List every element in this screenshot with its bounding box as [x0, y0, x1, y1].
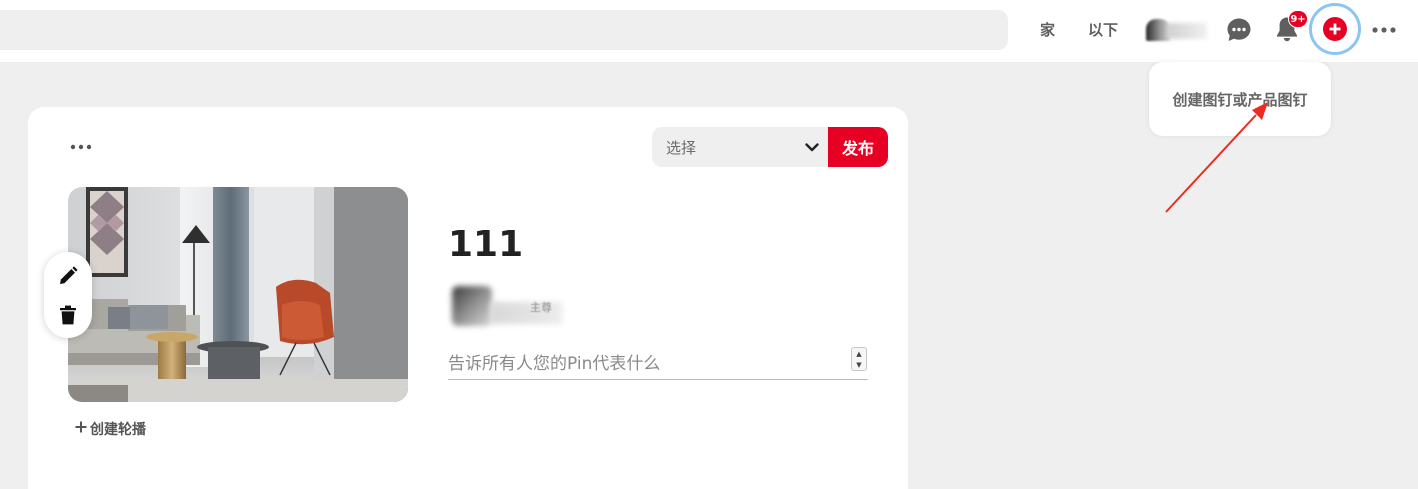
more-options-icon[interactable] — [68, 136, 94, 158]
pencil-icon[interactable] — [56, 264, 80, 288]
publish-button[interactable]: 发布 — [828, 127, 888, 167]
textarea-spinner[interactable]: ▲ ▼ — [851, 347, 867, 371]
message-icon[interactable] — [1224, 15, 1254, 45]
create-carousel-link[interactable]: 创建轮播 — [75, 419, 146, 439]
chevron-down-icon — [803, 138, 821, 156]
top-header: 家 以下 9+ — [0, 0, 1418, 62]
board-select-value: 选择 — [666, 138, 697, 157]
description-input[interactable] — [448, 344, 868, 380]
pin-image — [68, 187, 408, 402]
create-carousel-label: 创建轮播 — [90, 422, 146, 438]
pin-title[interactable]: 111 — [448, 224, 523, 265]
spinner-down-icon[interactable]: ▼ — [856, 361, 861, 369]
nav-home-link[interactable]: 家 — [1040, 19, 1055, 40]
search-input[interactable] — [0, 10, 1008, 50]
plus-circle-icon — [1323, 17, 1347, 41]
create-pin-button[interactable] — [1309, 3, 1361, 55]
spinner-up-icon[interactable]: ▲ — [856, 350, 861, 358]
create-pin-tooltip: 创建图钉或产品图钉 — [1149, 62, 1331, 136]
tooltip-text: 创建图钉或产品图钉 — [1172, 90, 1308, 109]
more-horizontal-icon[interactable] — [1370, 18, 1398, 42]
plus-icon — [75, 421, 87, 437]
notification-badge: 9+ — [1288, 10, 1308, 28]
profile-avatar[interactable] — [1137, 17, 1209, 43]
trash-icon[interactable] — [56, 303, 80, 327]
user-name: 主尊 — [530, 301, 552, 314]
nav-following-link[interactable]: 以下 — [1088, 19, 1118, 40]
image-tools — [44, 252, 92, 338]
